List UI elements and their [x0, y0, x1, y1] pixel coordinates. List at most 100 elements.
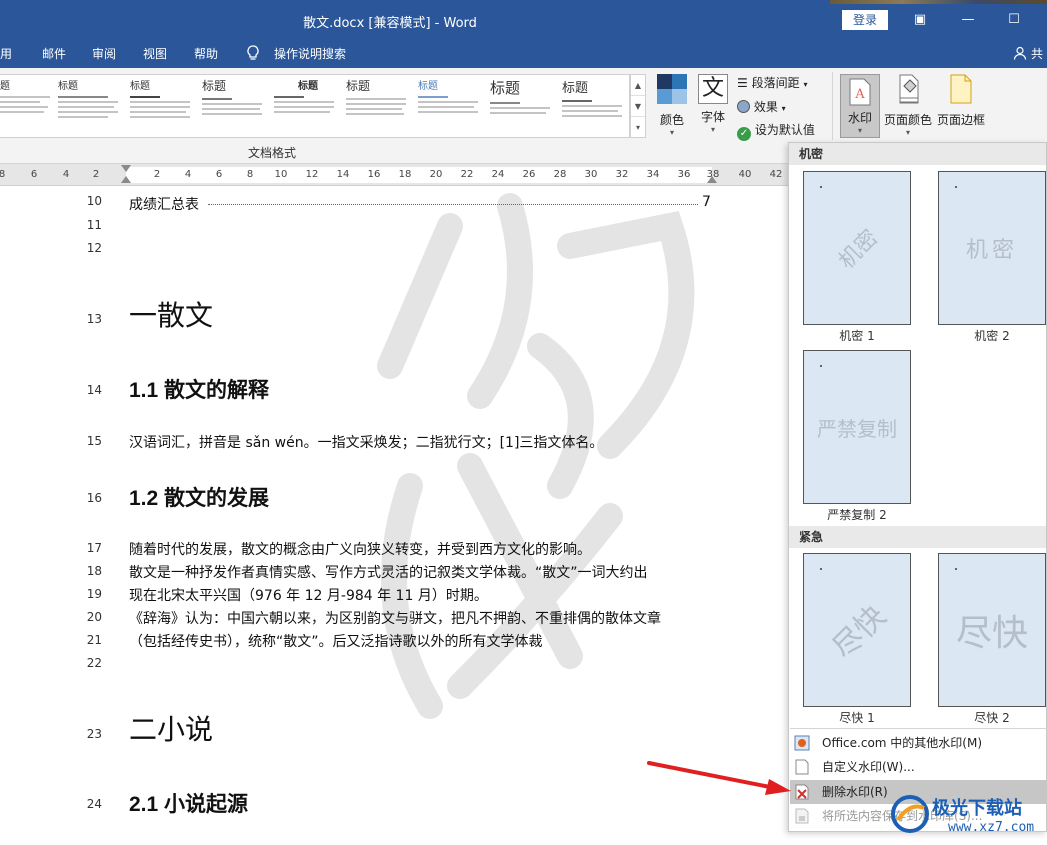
paint-bucket-icon — [899, 74, 919, 104]
page-border-button[interactable]: 页面边框 — [936, 74, 986, 128]
paragraph-spacing-icon: ☰ — [737, 76, 748, 90]
line-number: 14 — [86, 383, 102, 397]
background-strip — [830, 0, 1047, 4]
page-color-button[interactable]: 页面颜色 ▾ — [884, 74, 932, 137]
page-border-icon — [950, 74, 972, 104]
ruler-tick: 24 — [491, 169, 505, 180]
section-header-confidential: 机密 — [789, 143, 1046, 165]
right-indent-marker[interactable] — [707, 176, 717, 183]
heading-2-text: 1.2 散文的发展 — [129, 487, 270, 510]
site-logo-icon — [891, 795, 929, 833]
watermark-option-label: 机密 2 — [974, 329, 1010, 343]
color-palette-icon — [657, 74, 687, 104]
first-line-indent-marker[interactable] — [121, 165, 131, 172]
gallery-more-icon[interactable]: ▾ — [631, 117, 645, 138]
ribbon-display-icon[interactable]: ▣ — [910, 10, 930, 30]
scroll-up-icon[interactable]: ▲ — [631, 75, 645, 96]
set-default-button[interactable]: ✓ 设为默认值 — [737, 121, 815, 141]
fonts-label: 字体 — [700, 110, 725, 124]
watermark-preview-text: 机密 — [965, 238, 1018, 263]
style-tile[interactable]: 标题 — [490, 77, 560, 135]
login-button[interactable]: 登录 — [842, 10, 888, 30]
remove-watermark-icon — [795, 784, 809, 800]
minimize-icon[interactable]: — — [958, 10, 978, 30]
menu-review[interactable]: 审阅 — [92, 45, 116, 62]
ruler-tick: 4 — [62, 169, 70, 180]
line-number: 23 — [86, 727, 102, 741]
style-tile[interactable]: 标题 — [202, 77, 272, 135]
effects-icon — [737, 100, 750, 113]
style-tile[interactable]: 标题 — [562, 77, 629, 135]
page-border-label: 页面边框 — [936, 113, 985, 127]
watermark-preview-text: 严禁复制 — [817, 416, 897, 441]
line-number: 17 — [86, 541, 102, 555]
paragraph-spacing-button[interactable]: ☰ 段落间距 ▾ — [737, 74, 807, 91]
line-number: 20 — [86, 610, 102, 624]
paragraph-text: 汉语词汇，拼音是 sǎn wén。一指文采焕发；二指犹行文；[1]三指文体名。 — [129, 435, 604, 451]
watermark-button[interactable]: A 水印 ▾ — [840, 74, 880, 138]
ruler-tick: 6 — [215, 169, 223, 180]
maximize-icon[interactable]: ☐ — [1004, 10, 1024, 30]
style-tile[interactable]: 标题 — [418, 77, 488, 135]
ruler-tick: 8 — [246, 169, 254, 180]
menu-view[interactable]: 视图 — [143, 45, 167, 62]
watermark-option-do-not-copy-2[interactable]: 严禁复制 — [803, 350, 911, 504]
fonts-button[interactable]: 文 字体 ▾ — [696, 74, 730, 134]
office-com-icon — [794, 735, 810, 751]
effects-button[interactable]: 效果 ▾ — [737, 98, 786, 115]
toc-page-number: 7 — [702, 194, 711, 210]
ruler-tick: 12 — [305, 169, 319, 180]
style-tile[interactable]: 标题 — [346, 77, 416, 135]
ruler-tick: 28 — [553, 169, 567, 180]
line-number: 15 — [86, 434, 102, 448]
page-color-label: 页面颜色 — [884, 113, 933, 127]
style-set-gallery[interactable]: 题 标题 标题 标题 标题 标题 标题 标题 标题 — [0, 74, 630, 138]
line-number: 13 — [86, 312, 102, 326]
menu-mailings[interactable]: 邮件 — [42, 45, 66, 62]
colors-button[interactable]: 颜色 ▾ — [655, 74, 689, 137]
ruler-tick: 42 — [769, 169, 783, 180]
paragraph-text: （包括经传史书），统称“散文”。后又泛指诗歌以外的所有文学体裁 — [129, 634, 543, 650]
ruler-tick: 6 — [30, 169, 38, 180]
ruler-tick: 16 — [367, 169, 381, 180]
gallery-scroll[interactable]: ▲ ▼ ▾ — [630, 74, 646, 138]
watermark-option-confidential-1[interactable]: 机密 — [803, 171, 911, 325]
window-title: 散文.docx [兼容模式] - Word — [303, 16, 477, 31]
menu-references[interactable]: 用 — [0, 45, 12, 62]
scroll-down-icon[interactable]: ▼ — [631, 96, 645, 117]
style-tile[interactable]: 标题 — [58, 77, 128, 135]
site-logo-url: www.xz7.com — [948, 820, 1035, 835]
line-number: 12 — [86, 241, 102, 255]
menu-label: Office.com 中的其他水印(M) — [822, 736, 983, 750]
more-watermarks-office-com[interactable]: Office.com 中的其他水印(M) — [790, 731, 1047, 755]
line-number: 18 — [86, 564, 102, 578]
watermark-option-confidential-2[interactable]: 机密 — [938, 171, 1046, 325]
ruler-tick: 18 — [398, 169, 412, 180]
menu-help[interactable]: 帮助 — [194, 45, 218, 62]
ruler-tick: 30 — [584, 169, 598, 180]
watermark-option-asap-2[interactable]: 尽快 — [938, 553, 1046, 707]
checkmark-icon: ✓ — [737, 127, 751, 141]
line-number: 21 — [86, 633, 102, 647]
document-page[interactable]: 10 成绩汇总表 7 11 12 13 一散文 14 1.1 散文的解释 15 … — [0, 186, 790, 845]
watermark-label: 水印 — [847, 111, 872, 125]
menu-bar: 用 邮件 审阅 视图 帮助 操作说明搜索 共 — [0, 40, 1047, 68]
toc-leader — [208, 204, 698, 205]
custom-watermark[interactable]: 自定义水印(W)... — [790, 755, 1047, 779]
site-logo: 极光下载站 www.xz7.com — [888, 790, 1047, 845]
watermark-option-asap-1[interactable]: 尽快 — [803, 553, 911, 707]
watermark-option-label: 尽快 2 — [974, 711, 1010, 725]
annotation-arrow — [647, 761, 791, 795]
person-icon — [1014, 46, 1027, 60]
style-tile[interactable]: 标题 — [274, 77, 344, 135]
tell-me-search[interactable]: 操作说明搜索 — [274, 45, 346, 62]
share-button[interactable]: 共 — [1013, 45, 1043, 62]
fonts-icon: 文 — [698, 74, 728, 104]
horizontal-ruler[interactable]: 8 6 4 2 2 4 6 8 10 12 14 16 18 20 22 24 … — [0, 164, 790, 186]
hanging-indent-marker[interactable] — [121, 176, 131, 183]
document-watermark — [377, 193, 695, 719]
style-tile[interactable]: 标题 — [130, 77, 200, 135]
lightbulb-icon[interactable] — [246, 45, 260, 64]
ruler-tick: 8 — [0, 169, 6, 180]
ruler-tick: 26 — [522, 169, 536, 180]
